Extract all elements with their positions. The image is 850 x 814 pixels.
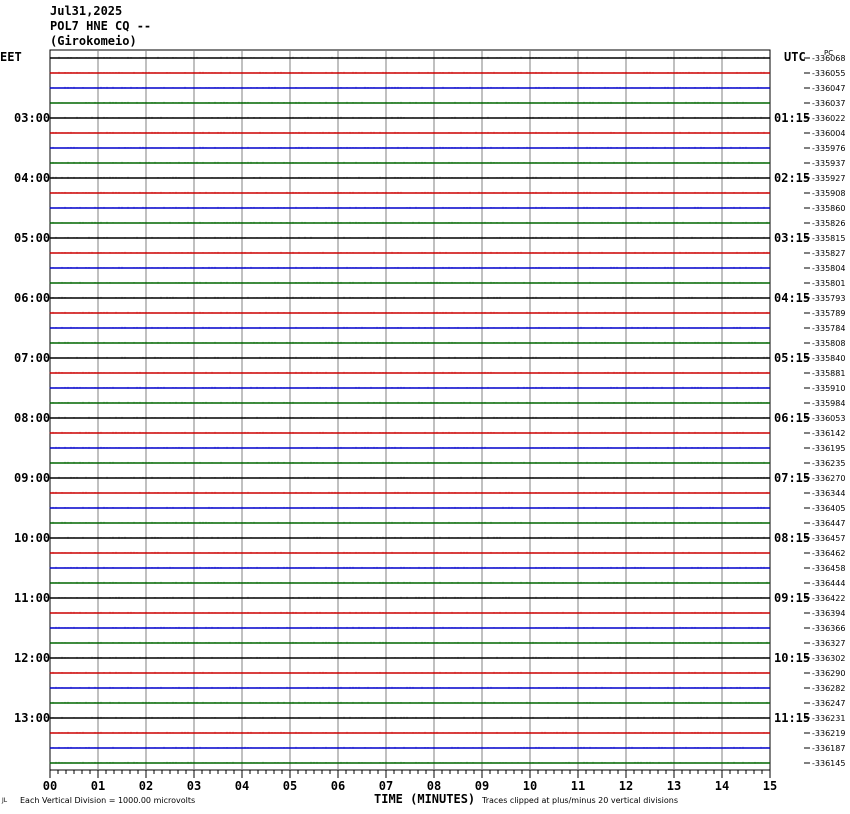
x-tick-label: 05 [283,779,297,793]
trace-offset-label: -336022 [812,114,845,123]
right-hour-label: 11:15 [774,711,810,725]
left-hour-label: 13:00 [14,711,50,725]
trace-offset-label: -336142 [812,429,845,438]
trace-offset-label: -336422 [812,594,845,603]
right-hour-label: 06:15 [774,411,810,425]
trace-offset-label: -336037 [812,99,845,108]
right-hour-label: 02:15 [774,171,810,185]
trace-offset-label: -335804 [812,264,845,273]
plot-frame [49,49,771,771]
trace-offset-label: -335937 [812,159,845,168]
right-hour-label: 10:15 [774,651,810,665]
x-tick-label: 03 [187,779,201,793]
trace-offset-label: -335840 [812,354,845,363]
trace-offset-label: -336231 [812,714,845,723]
trace-offset-label: -336447 [812,519,845,528]
left-hour-label: 03:00 [14,111,50,125]
x-axis-title: TIME (MINUTES) [374,792,476,806]
x-tick-label: 01 [91,779,105,793]
right-hour-label: 08:15 [774,531,810,545]
trace-offset-label: -336394 [812,609,845,618]
trace-offset-label: -335815 [812,234,845,243]
trace-offset-label: -336187 [812,744,845,753]
trace-offset-label: -336270 [812,474,845,483]
left-hour-label: 10:00 [14,531,50,545]
trace-offset-label: -336004 [812,129,845,138]
right-hour-label: 04:15 [774,291,810,305]
trace-offset-label: -336290 [812,669,845,678]
left-hour-label: 06:00 [14,291,50,305]
trace-offset-label: -336327 [812,639,845,648]
trace-offset-label: -335984 [812,399,845,408]
x-tick-label: 06 [331,779,345,793]
trace-offset-label: -336145 [812,759,845,768]
left-hour-label: 09:00 [14,471,50,485]
trace-offset-label: -336458 [812,564,845,573]
x-tick-label: 02 [139,779,153,793]
trace-offset-label: -336247 [812,699,845,708]
x-tick-label: 13 [667,779,681,793]
trace-offset-label: -335801 [812,279,845,288]
trace-offset-label: -336282 [812,684,845,693]
trace-offset-label: -336053 [812,414,845,423]
x-tick-label: 08 [427,779,441,793]
trace-offset-label: -335910 [812,384,845,393]
left-hour-label: 08:00 [14,411,50,425]
trace-offset-label: -335789 [812,309,845,318]
trace-offset-label: -336055 [812,69,845,78]
trace-offset-label: -336047 [812,84,845,93]
x-tick-label: 14 [715,779,729,793]
trace-offset-label: -336366 [812,624,845,633]
trace-offset-label: -335976 [812,144,845,153]
trace-offset-label: -335908 [812,189,845,198]
trace-offset-label: -336457 [812,534,845,543]
x-tick-label: 15 [763,779,777,793]
x-tick-label: 12 [619,779,633,793]
trace-offset-label: -336444 [812,579,845,588]
right-hour-label: 09:15 [774,591,810,605]
x-tick-label: 00 [43,779,57,793]
left-hour-label: 11:00 [14,591,50,605]
trace-offset-label: -336462 [812,549,845,558]
trace-offset-label: -335881 [812,369,845,378]
trace-offset-label: -336302 [812,654,845,663]
x-tick-label: 10 [523,779,537,793]
trace-offset-label: -336405 [812,504,845,513]
trace-offset-label: -335927 [812,174,845,183]
trace-offset-label: -336219 [812,729,845,738]
clip-note: Traces clipped at plus/minus 20 vertical… [482,796,679,805]
scale-note: Each Vertical Division = 1000.00 microvo… [20,796,196,805]
x-tick-label: 11 [571,779,585,793]
trace-offset-label: -336195 [812,444,845,453]
seismogram-plot: -336068 -336055 -336047 -336037 -336022 -3360… [14,49,845,793]
trace-offset-label: -335827 [812,249,845,258]
left-hour-label: 05:00 [14,231,50,245]
x-tick-label: 04 [235,779,249,793]
right-hour-label: 03:15 [774,231,810,245]
trace-offset-label: -335793 [812,294,845,303]
trace-offset-label: -335860 [812,204,845,213]
x-tick-label: 07 [379,779,393,793]
right-hour-label: 05:15 [774,351,810,365]
trace-offset-label: -336068 [812,54,845,63]
left-hour-label: 07:00 [14,351,50,365]
trace-offset-label: -336235 [812,459,845,468]
footer-left-mark: JL [2,797,8,804]
trace-offset-label: -335826 [812,219,845,228]
trace-offset-label: -335808 [812,339,845,348]
x-tick-label: 09 [475,779,489,793]
right-hour-label: 07:15 [774,471,810,485]
trace-offset-label: -335784 [812,324,845,333]
trace-offset-label: -336344 [812,489,845,498]
left-hour-label: 12:00 [14,651,50,665]
right-hour-label: 01:15 [774,111,810,125]
left-hour-label: 04:00 [14,171,50,185]
